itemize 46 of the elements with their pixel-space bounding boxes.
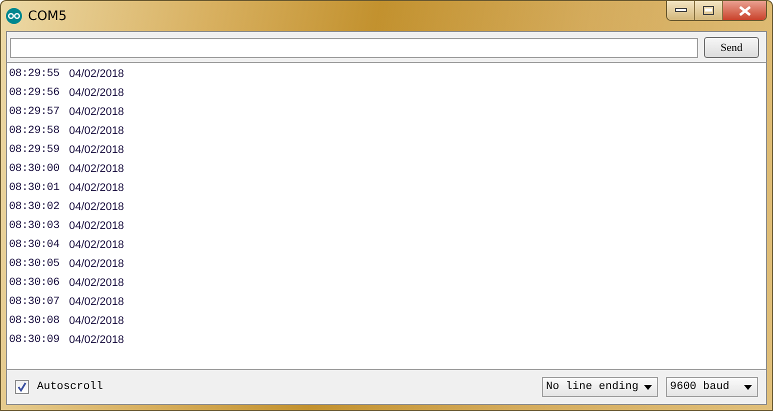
date-text: 04/02/2018 (69, 182, 124, 194)
time-text: 08:29:57 (9, 106, 60, 118)
date-text: 04/02/2018 (69, 220, 124, 232)
time-text: 08:30:05 (9, 258, 60, 270)
close-button[interactable] (723, 1, 766, 20)
caret-icon (644, 384, 652, 390)
date-text: 04/02/2018 (69, 238, 124, 250)
baud-rate-dropdown[interactable]: 9600 baud (666, 377, 758, 397)
date-text: 04/02/2018 (69, 68, 124, 80)
window-title: COM5 (28, 8, 67, 24)
date-text: 04/02/2018 (69, 334, 124, 346)
date-text: 04/02/2018 (69, 124, 124, 136)
time-text: 08:30:09 (9, 334, 60, 346)
maximize-icon (703, 6, 714, 15)
date-text: 04/02/2018 (69, 200, 124, 212)
line-ending-dropdown[interactable]: No line ending (542, 377, 658, 397)
time-text: 08:29:56 (9, 86, 60, 98)
date-text: 04/02/2018 (69, 162, 124, 174)
message-input-field[interactable] (10, 38, 698, 58)
minimize-icon (674, 8, 686, 13)
time-text: 08:30:02 (9, 200, 60, 212)
date-text: 04/02/2018 (69, 276, 124, 288)
date-text: 04/02/2018 (69, 144, 124, 156)
time-text: 08:30:08 (9, 314, 60, 326)
autoscroll-checkbox[interactable] (15, 380, 29, 394)
maximize-button[interactable] (695, 1, 723, 20)
date-text: 04/02/2018 (69, 86, 124, 98)
send-button[interactable]: Send (704, 37, 759, 58)
time-text: 08:30:03 (9, 220, 60, 232)
time-text: 08:29:55 (9, 68, 60, 80)
date-text: 04/02/2018 (69, 258, 124, 270)
app-logo-icon (6, 8, 22, 24)
date-text: 04/02/2018 (69, 314, 124, 326)
minimize-button[interactable] (667, 1, 695, 20)
close-icon (738, 6, 752, 16)
time-text: 08:30:00 (9, 162, 60, 174)
time-text: 08:30:04 (9, 238, 60, 250)
date-text: 04/02/2018 (69, 106, 124, 118)
time-text: 08:30:01 (9, 182, 60, 194)
time-text: 08:30:07 (9, 296, 60, 308)
date-text: 04/02/2018 (69, 296, 124, 308)
time-text: 08:30:06 (9, 276, 60, 288)
time-text: 08:29:59 (9, 144, 60, 156)
autoscroll-label: Autoscroll (37, 381, 104, 393)
caret-icon (744, 384, 752, 390)
time-text: 08:29:58 (9, 124, 60, 136)
